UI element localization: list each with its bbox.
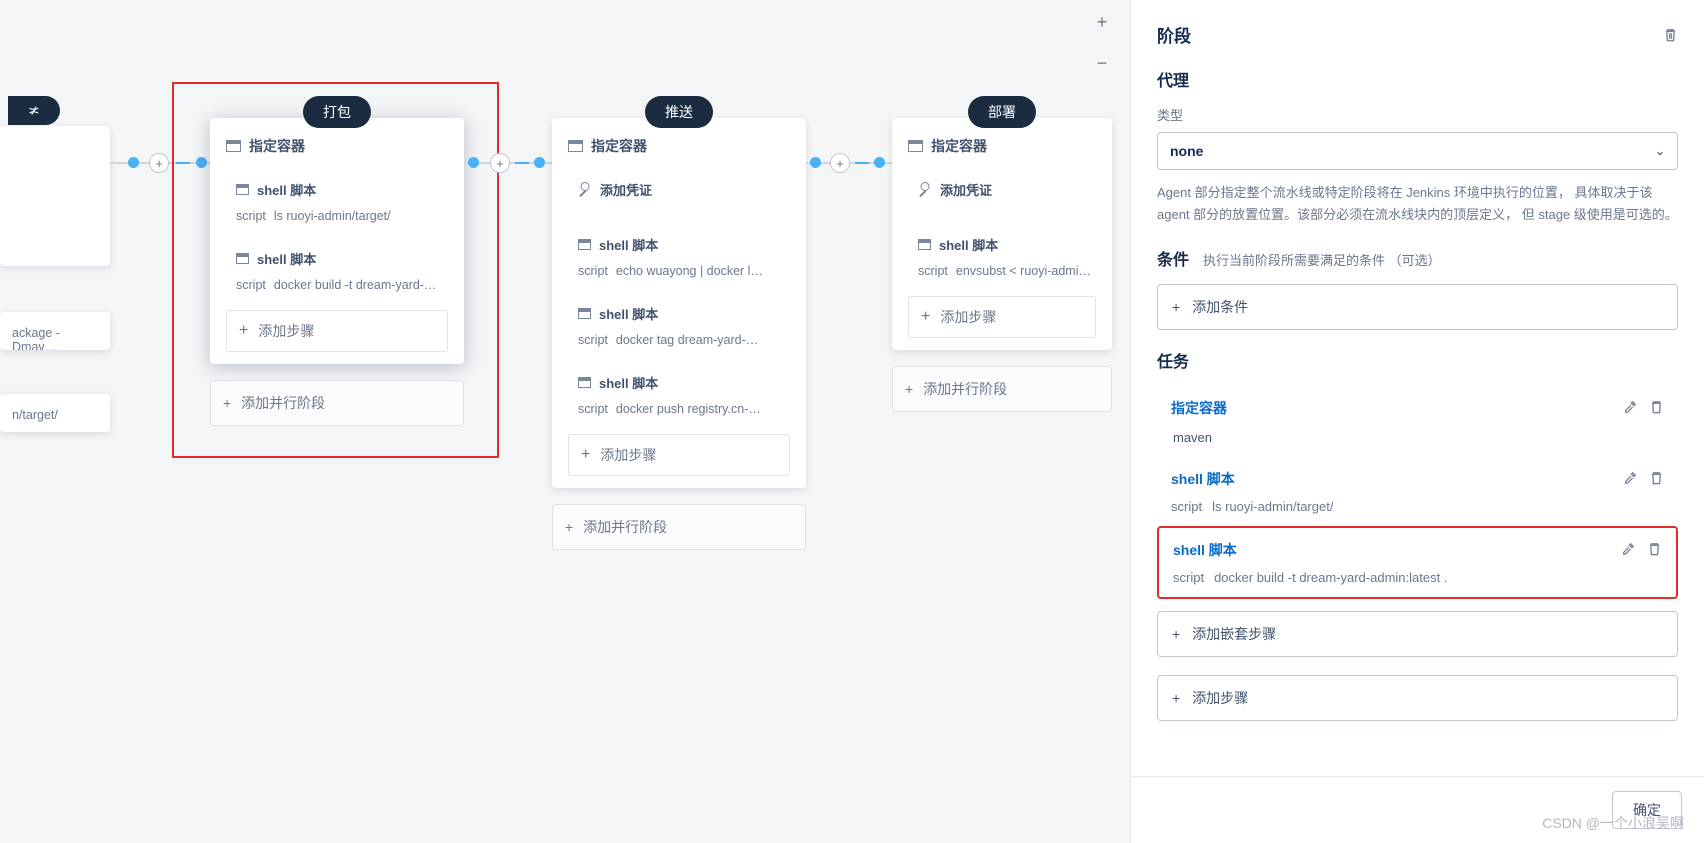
stage-card[interactable]: 指定容器 shell 脚本 scriptls ruoyi-admin/targe… <box>210 118 464 364</box>
container-label: 指定容器 <box>568 136 790 156</box>
partial-text: n/target/ <box>0 394 110 432</box>
add-stage-button[interactable]: + <box>830 153 850 173</box>
container-label: 指定容器 <box>226 136 448 156</box>
step-item[interactable]: shell 脚本 scriptecho wuayong | docker l… <box>564 227 794 286</box>
delete-task-button[interactable] <box>1649 399 1664 418</box>
stage-card[interactable]: 指定容器 添加凭证 shell 脚本 scriptenvsubst < ruoy… <box>892 118 1112 350</box>
add-step-button[interactable]: +添加步骤 <box>226 310 448 352</box>
panel-title: 阶段 <box>1157 22 1191 47</box>
stage-pill[interactable]: 打包 <box>303 96 371 128</box>
step-item[interactable]: shell 脚本 scriptdocker push registry.cn-… <box>564 365 794 424</box>
container-icon <box>908 140 923 152</box>
stage-pill-partial[interactable]: ≭ <box>8 96 60 125</box>
task-script: scriptdocker build -t dream-yard-admin:l… <box>1173 570 1662 585</box>
stage-config-panel: 阶段 代理 类型 none ⌄ Agent 部分指定整个流水线或特定阶段将在 J… <box>1130 0 1704 843</box>
step-item[interactable]: shell 脚本 scriptdocker build -t dream-yar… <box>222 241 452 300</box>
edit-task-button[interactable] <box>1623 400 1637 417</box>
stage-card[interactable]: 指定容器 添加凭证 shell 脚本 scriptecho wuayong | … <box>552 118 806 488</box>
add-parallel-button[interactable]: +添加并行阶段 <box>892 366 1112 412</box>
agent-help-text: Agent 部分指定整个流水线或特定阶段将在 Jenkins 环境中执行的位置，… <box>1157 182 1678 226</box>
zoom-out-button[interactable]: − <box>1092 53 1112 74</box>
key-icon <box>915 180 935 200</box>
shell-icon <box>918 239 931 250</box>
add-step-button[interactable]: +添加步骤 <box>1157 675 1678 721</box>
step-item[interactable]: shell 脚本 scriptenvsubst < ruoyi-admin/… <box>904 227 1100 286</box>
step-item[interactable]: shell 脚本 scriptls ruoyi-admin/target/ <box>222 172 452 231</box>
task-item-selected[interactable]: shell 脚本 scriptdocker build -t dream-yar… <box>1157 526 1678 599</box>
task-item[interactable]: 指定容器 maven <box>1157 386 1678 457</box>
shell-icon <box>578 377 591 388</box>
task-script: scriptls ruoyi-admin/target/ <box>1171 499 1664 514</box>
add-stage-button[interactable]: + <box>149 153 169 173</box>
agent-heading: 代理 <box>1157 67 1678 91</box>
delete-stage-button[interactable] <box>1663 27 1678 43</box>
container-icon <box>568 140 583 152</box>
tasks-heading: 任务 <box>1157 348 1678 372</box>
partial-stage-card <box>0 126 110 266</box>
add-nested-step-button[interactable]: +添加嵌套步骤 <box>1157 611 1678 657</box>
shell-icon <box>578 308 591 319</box>
stage-pill[interactable]: 推送 <box>645 96 713 128</box>
shell-icon <box>236 253 249 264</box>
task-item[interactable]: shell 脚本 scriptls ruoyi-admin/target/ <box>1157 457 1678 526</box>
add-parallel-button[interactable]: +添加并行阶段 <box>210 380 464 426</box>
edit-task-button[interactable] <box>1621 542 1635 559</box>
stage-打包[interactable]: 打包 指定容器 shell 脚本 scriptls ruoyi-admin/ta… <box>210 118 464 426</box>
container-icon <box>226 140 241 152</box>
delete-task-button[interactable] <box>1647 541 1662 560</box>
stage-推送[interactable]: 推送 指定容器 添加凭证 shell 脚本 scriptecho wuayong… <box>552 118 806 550</box>
stage-pill[interactable]: 部署 <box>968 96 1036 128</box>
delete-task-button[interactable] <box>1649 470 1664 489</box>
agent-type-select[interactable]: none ⌄ <box>1157 132 1678 170</box>
watermark: CSDN @一个小浪吴啊 <box>1542 813 1684 833</box>
step-item[interactable]: 添加凭证 <box>904 172 1100 217</box>
stage-部署[interactable]: 部署 指定容器 添加凭证 shell 脚本 scriptenvsubst < r… <box>892 118 1112 412</box>
type-label: 类型 <box>1157 105 1678 124</box>
add-stage-button[interactable]: + <box>490 153 510 173</box>
edit-task-button[interactable] <box>1623 471 1637 488</box>
container-label: 指定容器 <box>908 136 1096 156</box>
conditions-desc: 执行当前阶段所需要满足的条件 （可选） <box>1203 250 1441 269</box>
conditions-heading: 条件 <box>1157 246 1189 270</box>
add-condition-button[interactable]: +添加条件 <box>1157 284 1678 330</box>
zoom-controls: + − <box>1092 12 1112 74</box>
step-item[interactable]: 添加凭证 <box>564 172 794 217</box>
chevron-down-icon: ⌄ <box>1655 144 1665 158</box>
task-subtitle: maven <box>1171 430 1664 445</box>
add-step-button[interactable]: +添加步骤 <box>908 296 1096 338</box>
partial-text: ackage -Dmav… <box>0 312 110 350</box>
add-parallel-button[interactable]: +添加并行阶段 <box>552 504 806 550</box>
shell-icon <box>236 184 249 195</box>
zoom-in-button[interactable]: + <box>1092 12 1112 33</box>
key-icon <box>575 180 595 200</box>
pipeline-canvas[interactable]: + − ≭ ackage -Dmav… n/target/ + 打包 指定容器 … <box>0 0 1130 843</box>
add-step-button[interactable]: +添加步骤 <box>568 434 790 476</box>
step-item[interactable]: shell 脚本 scriptdocker tag dream-yard-… <box>564 296 794 355</box>
shell-icon <box>578 239 591 250</box>
